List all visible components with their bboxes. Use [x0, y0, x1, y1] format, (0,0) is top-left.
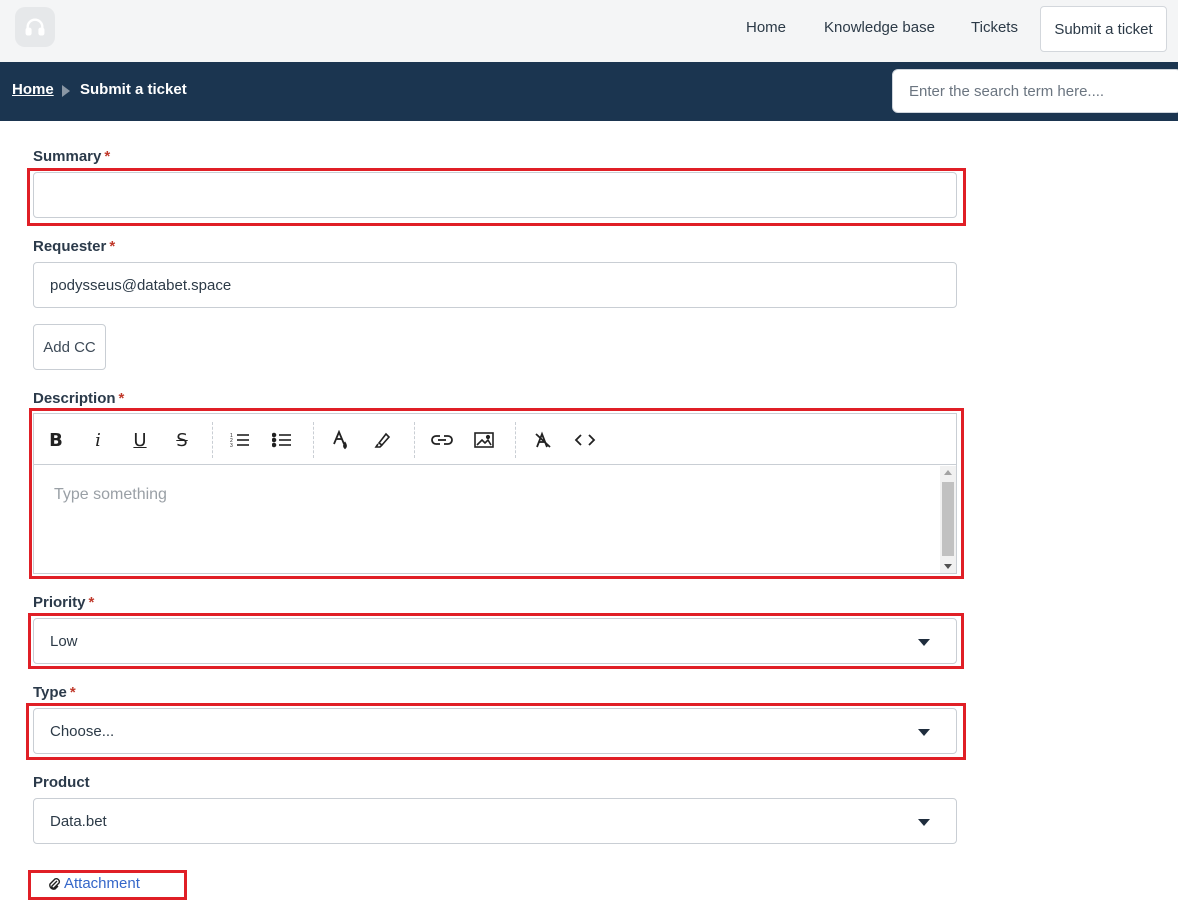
type-label: Type * [33, 684, 76, 701]
toolbar-divider [414, 422, 415, 458]
required-asterisk: * [109, 238, 116, 255]
editor-toolbar: B i U S 123 [34, 414, 956, 465]
chevron-down-icon [918, 639, 930, 646]
strikethrough-icon[interactable]: S [168, 426, 196, 454]
required-asterisk: * [118, 390, 125, 407]
nav-home-link[interactable]: Home [746, 19, 786, 36]
type-value: Choose... [50, 722, 115, 740]
scroll-up-icon[interactable] [944, 470, 952, 475]
product-label: Product [33, 774, 90, 791]
scrollbar-thumb[interactable] [942, 482, 954, 556]
toolbar-divider [212, 422, 213, 458]
required-asterisk: * [88, 594, 95, 611]
description-label: Description * [33, 390, 125, 407]
search-input[interactable] [892, 69, 1178, 113]
text-color-icon[interactable] [327, 426, 355, 454]
toolbar-divider [313, 422, 314, 458]
requester-label: Requester * [33, 238, 116, 255]
underline-icon[interactable]: U [126, 426, 154, 454]
required-asterisk: * [104, 148, 111, 165]
priority-select[interactable]: Low [33, 618, 957, 664]
add-cc-button[interactable]: Add CC [33, 324, 106, 370]
product-value: Data.bet [50, 812, 107, 830]
editor-scrollbar[interactable] [940, 466, 956, 573]
paperclip-icon [49, 877, 60, 890]
top-nav: Home Knowledge base Tickets Submit a tic… [0, 0, 1178, 62]
svg-text:3: 3 [230, 443, 233, 448]
required-asterisk: * [69, 684, 76, 701]
code-icon[interactable] [571, 426, 599, 454]
type-select[interactable]: Choose... [33, 708, 957, 754]
headset-icon[interactable] [15, 7, 55, 47]
nav-submit-ticket-button[interactable]: Submit a ticket [1040, 6, 1167, 52]
nav-tickets-link[interactable]: Tickets [971, 19, 1018, 36]
breadcrumb-home-link[interactable]: Home [12, 81, 54, 98]
chevron-down-icon [918, 819, 930, 826]
toolbar-divider [515, 422, 516, 458]
attachment-link[interactable]: Attachment [47, 875, 140, 892]
ordered-list-icon[interactable]: 123 [226, 426, 254, 454]
nav-knowledge-base-link[interactable]: Knowledge base [824, 19, 935, 36]
image-icon[interactable] [470, 426, 498, 454]
priority-label: Priority * [33, 594, 95, 611]
breadcrumb-current: Submit a ticket [80, 81, 187, 98]
summary-input[interactable] [33, 172, 957, 218]
breadcrumb-arrow-icon [62, 85, 70, 97]
italic-icon[interactable]: i [84, 426, 112, 454]
description-editor: B i U S 123 Type something [33, 413, 957, 574]
scroll-down-icon[interactable] [944, 564, 952, 569]
highlight-icon[interactable] [369, 426, 397, 454]
bold-icon[interactable]: B [42, 426, 70, 454]
description-textarea[interactable]: Type something [34, 466, 938, 573]
unordered-list-icon[interactable] [268, 426, 296, 454]
summary-label: Summary * [33, 148, 111, 165]
product-select[interactable]: Data.bet [33, 798, 957, 844]
chevron-down-icon [918, 729, 930, 736]
clear-format-icon[interactable] [529, 426, 557, 454]
link-icon[interactable] [428, 426, 456, 454]
attachment-label: Attachment [64, 875, 140, 892]
requester-input[interactable]: podysseus@databet.space [33, 262, 957, 308]
priority-value: Low [50, 632, 78, 650]
